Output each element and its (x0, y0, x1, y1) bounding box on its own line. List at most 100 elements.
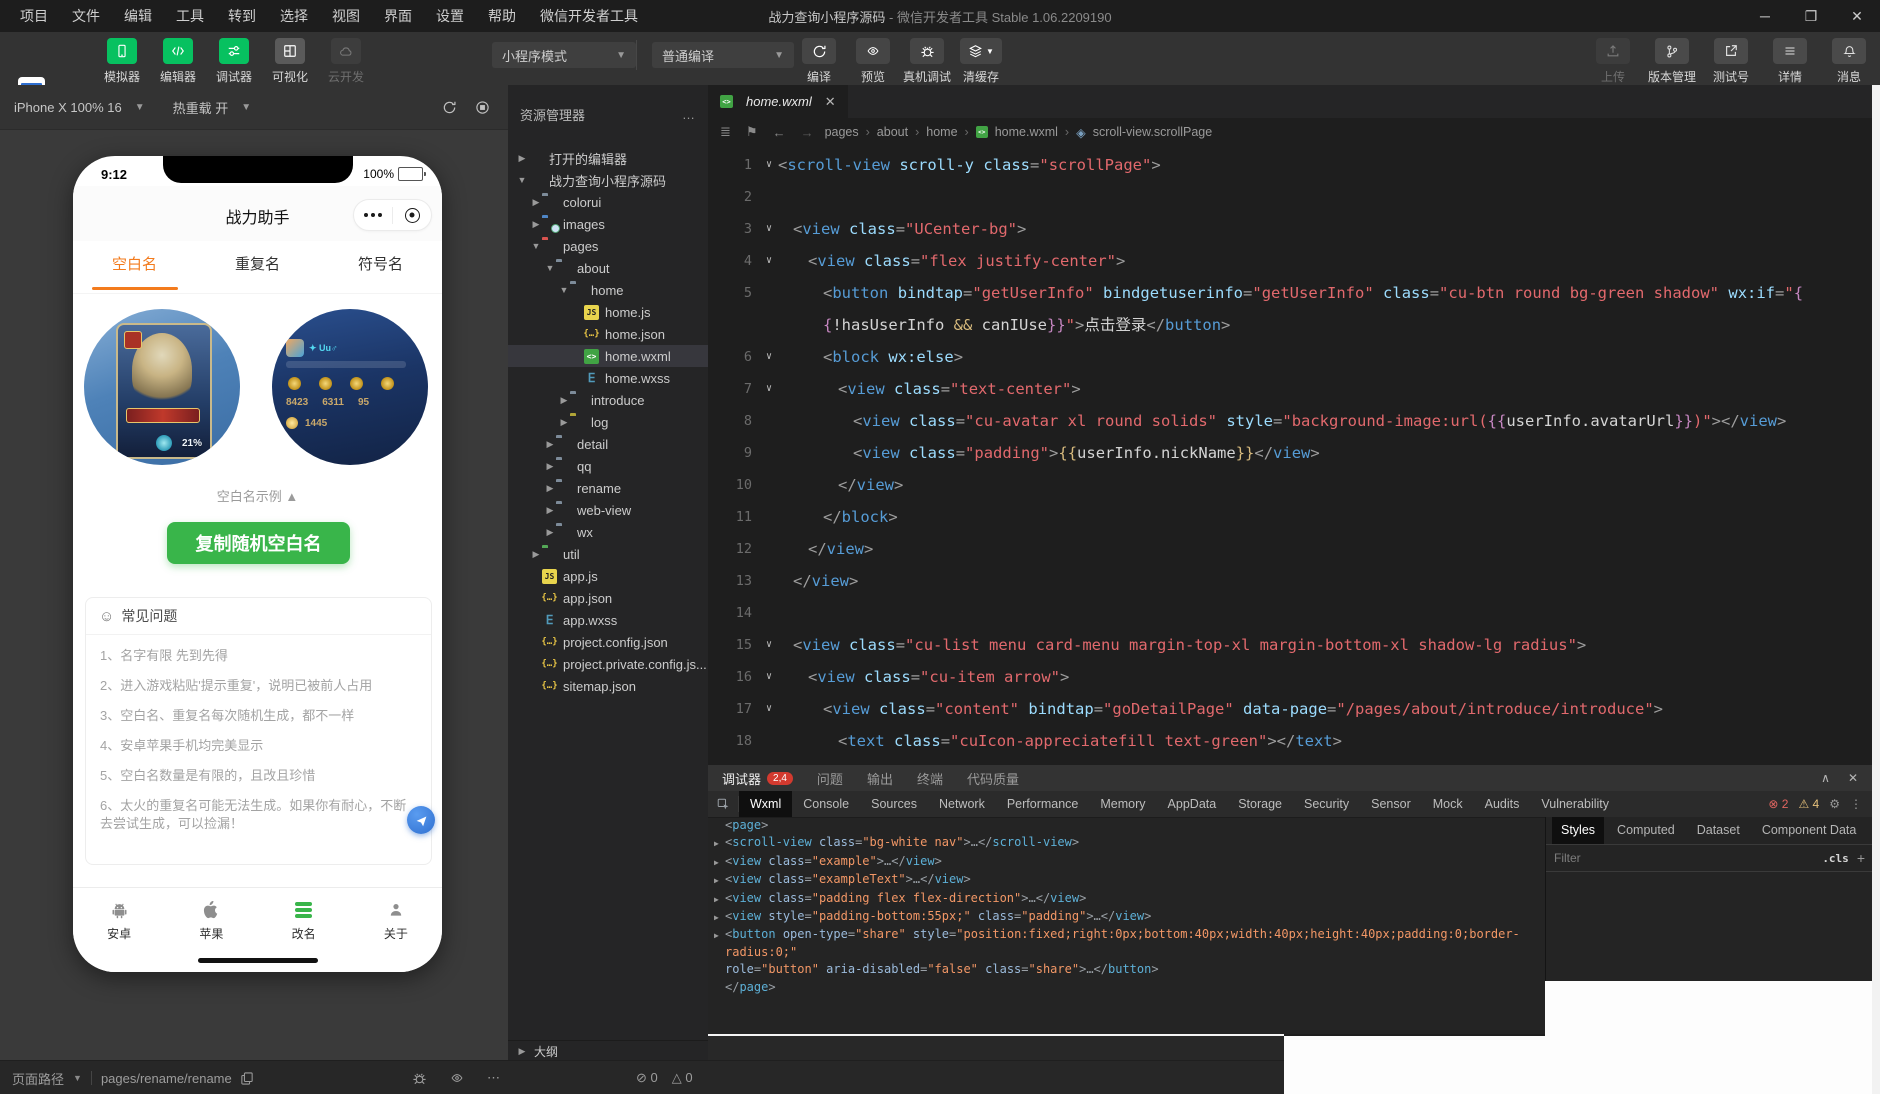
styles-tab-styles[interactable]: Styles (1552, 817, 1604, 844)
more-menu-icon[interactable] (354, 213, 392, 217)
menu-11[interactable]: 微信开发者工具 (528, 0, 650, 32)
wxml-node[interactable]: role="button" aria-disabled="false" clas… (708, 961, 1545, 978)
wxml-node[interactable]: ▶<button open-type="share" style="positi… (708, 926, 1545, 961)
tree-item-web-view[interactable]: ▶web-view (508, 499, 708, 521)
styles-tab-componentdata[interactable]: Component Data (1753, 817, 1866, 844)
tree-item-about[interactable]: ▼about (508, 257, 708, 279)
styles-tab-computed[interactable]: Computed (1608, 817, 1684, 844)
capsule-close-icon[interactable] (393, 208, 431, 223)
mini-tab-3[interactable]: 符号名 (319, 241, 442, 293)
devtools-tab-wxml[interactable]: Wxml (739, 791, 792, 817)
tree-item-util[interactable]: ▶util (508, 543, 708, 565)
device-select[interactable]: iPhone X 100% 16 ▼ (0, 100, 159, 115)
copy-random-name-button[interactable]: 复制随机空白名 (167, 522, 350, 564)
toolbar-button-menu[interactable]: 详情 (1765, 38, 1815, 85)
tree-item-qq[interactable]: ▶qq (508, 455, 708, 477)
toolbar-button-eye[interactable]: 预览 (850, 38, 896, 85)
tree-item-images[interactable]: ▶images (508, 213, 708, 235)
hot-reload-toggle[interactable]: 热重载 开 ▼ (159, 98, 266, 117)
menu-6[interactable]: 选择 (268, 0, 320, 32)
debugger-tab-2[interactable]: 问题 (817, 769, 843, 788)
tree-item-sitemap.json[interactable]: {…}sitemap.json (508, 675, 708, 697)
toolbar-button-external[interactable]: 测试号 (1706, 38, 1756, 85)
menu-1[interactable]: 项目 (8, 0, 60, 32)
tree-item-project.private.config.js...[interactable]: {…}project.private.config.js... (508, 653, 708, 675)
nav-forward-icon[interactable]: → (797, 125, 818, 140)
tabbar-item-person[interactable]: 关于 (350, 888, 442, 972)
menu-2[interactable]: 文件 (60, 0, 112, 32)
tree-item-detail[interactable]: ▶detail (508, 433, 708, 455)
tree-item-wx[interactable]: ▶wx (508, 521, 708, 543)
toolbar-button-layers[interactable]: ▼清缓存 (958, 38, 1004, 85)
menu-5[interactable]: 转到 (216, 0, 268, 32)
tree-item-app.js[interactable]: JSapp.js (508, 565, 708, 587)
tree-item-log[interactable]: ▶log (508, 411, 708, 433)
error-count[interactable]: ⊘ 0 (636, 1070, 658, 1086)
mini-tab-1[interactable]: 空白名 (73, 241, 196, 293)
tree-item-home.js[interactable]: JShome.js (508, 301, 708, 323)
devtools-tab-network[interactable]: Network (928, 791, 996, 817)
menu-7[interactable]: 视图 (320, 0, 372, 32)
menu-8[interactable]: 界面 (372, 0, 424, 32)
wxml-node[interactable]: ▶<view class="exampleText">…</view> (708, 871, 1545, 889)
close-button[interactable]: ✕ (1834, 0, 1880, 32)
breadcrumb-home[interactable]: home (926, 125, 957, 139)
tab-home-wxml[interactable]: <> home.wxml ✕ (708, 85, 848, 118)
home-indicator[interactable] (198, 958, 318, 963)
cls-button[interactable]: .cls (1822, 852, 1849, 865)
wxml-node[interactable]: <page> (708, 817, 1545, 834)
more-actions-icon[interactable]: … (682, 107, 696, 122)
wxml-tree-view[interactable]: <page>▶<scroll-view class="bg-white nav"… (708, 817, 1545, 1034)
mini-tab-2[interactable]: 重复名 (196, 241, 319, 293)
tree-item-home[interactable]: ▼home (508, 279, 708, 301)
devtools-tab-security[interactable]: Security (1293, 791, 1360, 817)
toolbar-button-cloud[interactable]: 云开发 (324, 38, 368, 85)
tree-item-home.json[interactable]: {…}home.json (508, 323, 708, 345)
tree-item-app.wxss[interactable]: ⴹapp.wxss (508, 609, 708, 631)
toolbar-button-branch[interactable]: 版本管理 (1647, 38, 1697, 85)
breadcrumb-about[interactable]: about (877, 125, 908, 139)
warning-count[interactable]: △ 0 (672, 1070, 693, 1086)
outline-section[interactable]: ▶ 大纲 (508, 1040, 716, 1061)
tree-item-colorui[interactable]: ▶colorui (508, 191, 708, 213)
warning-badge[interactable]: ⚠ 4 (1798, 797, 1819, 811)
devtools-tab-sensor[interactable]: Sensor (1360, 791, 1422, 817)
add-style-icon[interactable]: + (1857, 850, 1865, 866)
breadcrumb-scroll-view.scrollPage[interactable]: ◈scroll-view.scrollPage (1076, 125, 1212, 140)
toolbar-button-bell[interactable]: 消息 (1824, 38, 1874, 85)
debugger-tab-3[interactable]: 输出 (867, 769, 893, 788)
toolbar-button-bug[interactable]: 真机调试 (904, 38, 950, 85)
tree-item-rename[interactable]: ▶rename (508, 477, 708, 499)
menu-3[interactable]: 编辑 (112, 0, 164, 32)
toolbar-button-code[interactable]: 编辑器 (156, 38, 200, 85)
devtools-tab-appdata[interactable]: AppData (1157, 791, 1228, 817)
simulator-refresh-icon[interactable] (442, 100, 457, 115)
debugger-tab-1[interactable]: 调试器2,4 (722, 769, 793, 788)
devtools-tab-memory[interactable]: Memory (1089, 791, 1156, 817)
wxml-node[interactable]: ▶<view style="padding-bottom:55px;" clas… (708, 908, 1545, 926)
compile-mode-select[interactable]: 普通编译 ▼ (652, 42, 794, 68)
code-editor[interactable]: 1∨<scroll-view scroll-y class="scrollPag… (708, 149, 1872, 757)
tree-item-[interactable]: ▼战力查询小程序源码 (508, 169, 708, 191)
toolbar-button-switch[interactable]: 调试器 (212, 38, 256, 85)
toolbar-button-phone[interactable]: 模拟器 (100, 38, 144, 85)
copy-path-icon[interactable] (241, 1072, 253, 1085)
breadcrumb-home.wxml[interactable]: <>home.wxml (976, 125, 1058, 139)
devtools-tab-performance[interactable]: Performance (996, 791, 1090, 817)
toolbar-button-upload[interactable]: 上传 (1588, 38, 1638, 85)
breadcrumb-pages[interactable]: pages (825, 125, 859, 139)
tab-close-icon[interactable]: ✕ (825, 94, 836, 110)
devtools-tab-audits[interactable]: Audits (1474, 791, 1531, 817)
more-dots-icon[interactable]: ⋯ (487, 1070, 500, 1086)
debugger-tab-4[interactable]: 终端 (917, 769, 943, 788)
vconsole-bug-icon[interactable] (412, 1071, 427, 1086)
toolbar-button-grid[interactable]: 可视化 (268, 38, 312, 85)
wxml-node[interactable]: ▶<view class="example">…</view> (708, 853, 1545, 871)
minimize-button[interactable]: ─ (1742, 0, 1788, 32)
devtools-tab-mock[interactable]: Mock (1422, 791, 1474, 817)
gear-icon[interactable]: ⚙ (1829, 797, 1840, 811)
inspect-element-icon[interactable] (708, 796, 739, 812)
tree-item-project.config.json[interactable]: {…}project.config.json (508, 631, 708, 653)
collapse-panel-icon[interactable]: ∧ (1821, 771, 1830, 785)
tree-item-app.json[interactable]: {…}app.json (508, 587, 708, 609)
